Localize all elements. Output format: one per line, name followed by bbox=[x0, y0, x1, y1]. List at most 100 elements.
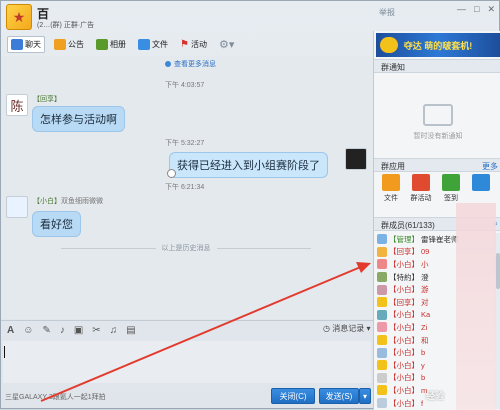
tab-activity[interactable]: ⚑ 活动 bbox=[177, 37, 210, 52]
redacted-overlay bbox=[456, 203, 496, 410]
message-history-link[interactable]: ◷ 消息记录 ▾ bbox=[323, 323, 370, 334]
member-role: 【小白】 bbox=[389, 360, 419, 370]
chat-window: ★ 百 (2…(群) 正群·广告 举报 — □ ✕ 聊天 公告 相册 文件 ⚑ … bbox=[0, 0, 500, 410]
scrollbar-thumb[interactable] bbox=[496, 253, 500, 289]
member-avatar bbox=[377, 309, 387, 320]
ad-banner[interactable]: 夺达 萌的啵套机! bbox=[376, 33, 500, 57]
tab-files[interactable]: 文件 bbox=[135, 37, 171, 52]
emoji-icon[interactable]: ☺ bbox=[23, 325, 33, 336]
app-files[interactable]: 文件 bbox=[378, 174, 404, 203]
clock-icon bbox=[165, 61, 171, 68]
member-avatar bbox=[377, 234, 387, 245]
member-name: 雷锋崔老师 bbox=[421, 234, 459, 244]
chat-icon bbox=[11, 38, 23, 50]
apps-header-label: 群应用 bbox=[381, 162, 405, 171]
picture-icon[interactable]: ▣ bbox=[74, 325, 83, 336]
member-role: 【小白】 bbox=[389, 398, 419, 408]
notice-empty-icon bbox=[423, 104, 453, 126]
message-bubble: 怎样参与活动啊 bbox=[32, 106, 125, 132]
group-subtitle: (2…(群) 正群·广告 bbox=[37, 22, 95, 29]
watermark: 经验 bbox=[426, 391, 445, 401]
member-avatar bbox=[377, 259, 387, 270]
tab-chat[interactable]: 聊天 bbox=[7, 35, 45, 53]
tab-notice[interactable]: 公告 bbox=[51, 37, 87, 52]
member-avatar bbox=[377, 322, 387, 333]
app-checkin[interactable]: 签到 bbox=[438, 174, 464, 203]
mic-icon[interactable]: ♪ bbox=[60, 325, 65, 336]
report-link[interactable]: 举报 bbox=[379, 7, 395, 18]
history-label: 消息记录 bbox=[332, 324, 365, 333]
send-button[interactable]: 发送(S) bbox=[319, 388, 359, 404]
member-role: 【小白】 bbox=[389, 348, 419, 358]
member-avatar bbox=[377, 335, 387, 346]
footer: 三星GALAXY 3跟氦人一起1拜拍 关闭(C) 发送(S) ▾ bbox=[1, 384, 373, 410]
avatar[interactable]: 陈 bbox=[6, 94, 28, 116]
music-icon[interactable]: ♫ bbox=[110, 325, 118, 336]
flag-icon: ⚑ bbox=[180, 38, 189, 50]
history-icon: ◷ bbox=[323, 324, 330, 333]
folder-icon bbox=[138, 38, 150, 50]
sender-name: 【回享】 bbox=[33, 94, 61, 104]
message-timestamp: 下午 5:32:27 bbox=[165, 140, 205, 147]
send-options-button[interactable]: ▾ bbox=[359, 388, 371, 404]
sender-nickname: 双鱼细雨微微 bbox=[61, 198, 103, 205]
settings-button[interactable]: ⚙▾ bbox=[216, 36, 237, 53]
more-icon[interactable]: ▤ bbox=[126, 325, 135, 336]
member-name: 09 bbox=[421, 247, 430, 257]
member-avatar bbox=[377, 398, 387, 409]
member-avatar bbox=[377, 360, 387, 371]
minimize-icon[interactable]: — bbox=[457, 4, 466, 15]
tab-activity-label: 活动 bbox=[190, 39, 207, 49]
tab-files-label: 文件 bbox=[152, 39, 168, 49]
text-cursor bbox=[4, 346, 5, 358]
activity-app-icon bbox=[412, 174, 430, 191]
member-role: 【小白】 bbox=[389, 385, 419, 395]
member-name: y bbox=[421, 360, 425, 370]
member-name: 澄 bbox=[421, 272, 429, 282]
tab-notice-label: 公告 bbox=[68, 39, 84, 49]
member-name: Ka bbox=[421, 310, 431, 320]
group-toolbar: 聊天 公告 相册 文件 ⚑ 活动 ⚙▾ bbox=[1, 32, 373, 56]
member-avatar bbox=[377, 347, 387, 358]
message-timestamp: 下午 4:03:57 bbox=[165, 82, 205, 89]
member-avatar bbox=[377, 297, 387, 308]
album-icon bbox=[96, 38, 108, 50]
tab-album[interactable]: 相册 bbox=[93, 37, 129, 52]
maximize-icon[interactable]: □ bbox=[474, 4, 479, 15]
app-label: 签到 bbox=[444, 195, 458, 202]
screenshot-icon[interactable]: ✂ bbox=[92, 325, 100, 336]
members-header-label: 群成员(61/133) bbox=[381, 221, 435, 230]
member-role: 【特約】 bbox=[389, 272, 419, 282]
message-input[interactable] bbox=[3, 341, 371, 383]
message-list[interactable]: 查看更多消息 下午 4:03:57 陈 【回享】 怎样参与活动啊 下午 5:32… bbox=[1, 56, 373, 319]
member-role: 【小白】 bbox=[389, 322, 419, 332]
close-icon[interactable]: ✕ bbox=[487, 4, 495, 15]
app-activity[interactable]: 群活动 bbox=[408, 174, 434, 203]
more-messages-link[interactable]: 查看更多消息 bbox=[165, 59, 216, 69]
font-icon[interactable]: A bbox=[7, 325, 14, 336]
notice-icon bbox=[54, 38, 66, 50]
close-button[interactable]: 关闭(C) bbox=[271, 388, 315, 404]
apps-more-link[interactable]: 更多 bbox=[482, 161, 498, 172]
member-name: 和 bbox=[421, 335, 429, 345]
penguin-icon bbox=[167, 169, 176, 178]
group-avatar[interactable]: ★ bbox=[6, 4, 32, 30]
title-bar: ★ 百 (2…(群) 正群·广告 举报 — □ ✕ bbox=[1, 1, 500, 31]
app-other[interactable] bbox=[468, 174, 494, 203]
banner-text: 夺达 萌的啵套机! bbox=[403, 40, 473, 51]
divider bbox=[216, 247, 311, 249]
member-name: b bbox=[421, 348, 426, 358]
member-role: 【小白】 bbox=[389, 259, 419, 269]
window-controls: — □ ✕ bbox=[457, 4, 495, 15]
shake-icon[interactable]: ✎ bbox=[42, 325, 50, 336]
member-name: Zi bbox=[421, 322, 428, 332]
member-name: b bbox=[421, 373, 426, 383]
checkin-app-icon bbox=[442, 174, 460, 191]
apps-header: 群应用 更多 bbox=[374, 158, 500, 172]
avatar[interactable] bbox=[6, 196, 28, 218]
message-bubble: 看好您 bbox=[32, 211, 81, 237]
app-label: 文件 bbox=[384, 195, 398, 202]
divider bbox=[61, 247, 156, 249]
my-avatar[interactable] bbox=[345, 148, 367, 170]
ad-text[interactable]: 三星GALAXY 3跟氦人一起1拜拍 bbox=[5, 392, 106, 402]
